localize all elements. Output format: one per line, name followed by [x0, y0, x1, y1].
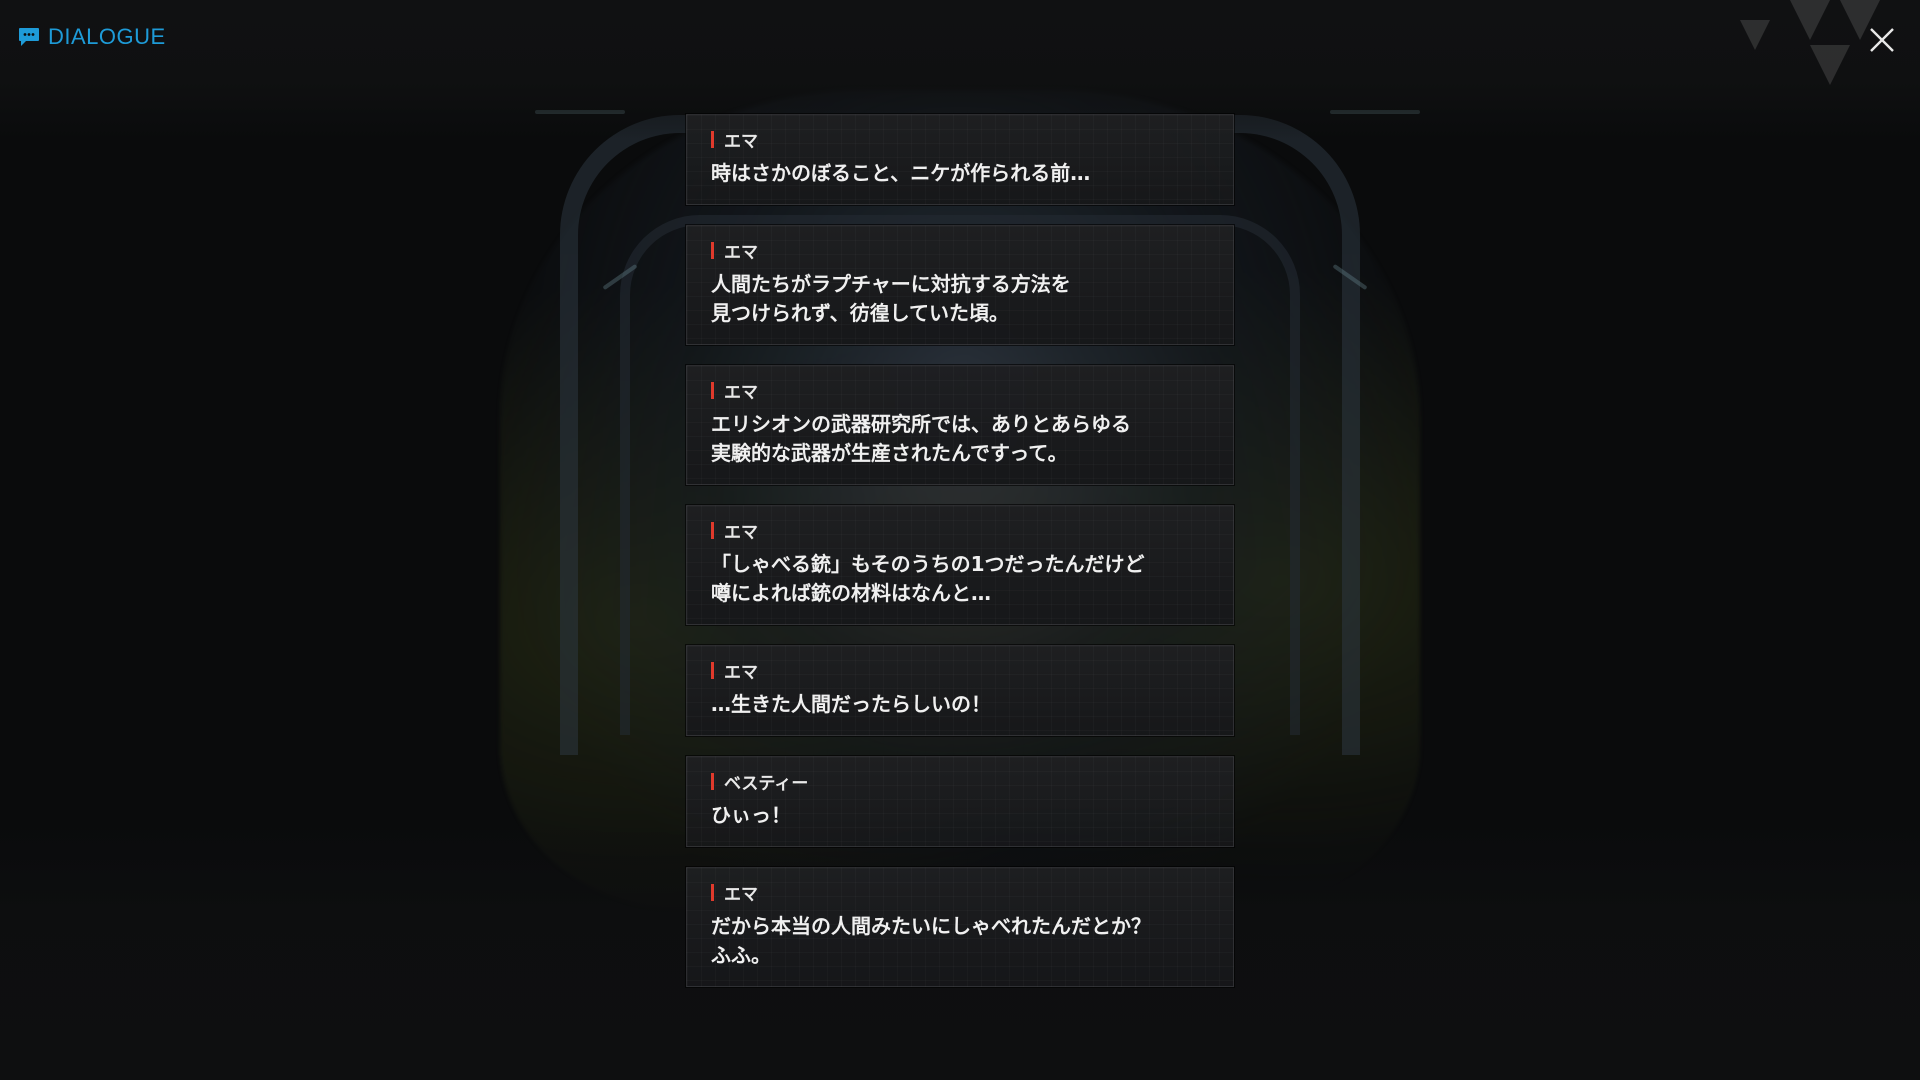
dialogue-text: 人間たちがラプチャーに対抗する方法を 見つけられず、彷徨していた頃。	[711, 272, 1071, 325]
dialogue-text: 「しゃべる銃」もそのうちの1つだったんだけど 噂によれば銃の材料はなんと…	[711, 552, 1145, 605]
dialogue-entry: エマ だから本当の人間みたいにしゃべれたんだとか？ ふふ。	[686, 867, 1234, 987]
dialogue-text: だから本当の人間みたいにしゃべれたんだとか？ ふふ。	[711, 914, 1151, 967]
speaker-name: エマ	[724, 662, 758, 683]
speaker-name: エマ	[724, 131, 758, 152]
speaker-name: ベスティー	[724, 773, 809, 794]
chat-bubble-icon	[19, 28, 39, 46]
dialogue-entry: エマ 「しゃべる銃」もそのうちの1つだったんだけど 噂によれば銃の材料はなんと…	[686, 505, 1234, 625]
dialogue-text: 時はさかのぼること、ニケが作られる前…	[711, 161, 1091, 185]
speaker-marker	[711, 661, 714, 679]
dialogue-entry: エマ 人間たちがラプチャーに対抗する方法を 見つけられず、彷徨していた頃。	[686, 225, 1234, 345]
dialogue-header: DIALOGUE	[18, 24, 166, 50]
speaker-marker	[711, 883, 714, 901]
dialogue-entry: エマ …生きた人間だったらしいの！	[686, 645, 1234, 736]
dialogue-entry: エマ エリシオンの武器研究所では、ありとあらゆる 実験的な武器が生産されたんです…	[686, 365, 1234, 485]
dialogue-entry: ベスティー ひぃっ！	[686, 756, 1234, 847]
speaker-name: エマ	[724, 242, 758, 263]
speaker-marker	[711, 521, 714, 539]
dialogue-list[interactable]: エマ 時はさかのぼること、ニケが作られる前… エマ 人間たちがラプチャーに対抗す…	[686, 114, 1234, 1007]
speaker-marker	[711, 381, 714, 399]
page-title: DIALOGUE	[48, 24, 166, 49]
speaker-marker	[711, 241, 714, 259]
speaker-row: エマ	[711, 380, 1209, 403]
speaker-name: エマ	[724, 382, 758, 403]
dialogue-entry: エマ 時はさかのぼること、ニケが作られる前…	[686, 114, 1234, 205]
dialogue-text: エリシオンの武器研究所では、ありとあらゆる 実験的な武器が生産されたんですって。	[711, 412, 1131, 465]
dialogue-text: ひぃっ！	[711, 803, 791, 827]
speaker-row: エマ	[711, 129, 1209, 152]
speaker-row: エマ	[711, 660, 1209, 683]
speaker-marker	[711, 772, 714, 790]
speaker-marker	[711, 130, 714, 148]
speaker-name: エマ	[724, 884, 758, 905]
corner-decoration	[1740, 0, 1880, 85]
speaker-name: エマ	[724, 522, 758, 543]
close-icon	[1870, 28, 1894, 52]
dialogue-text: …生きた人間だったらしいの！	[711, 692, 991, 716]
speaker-row: ベスティー	[711, 771, 1209, 794]
speaker-row: エマ	[711, 882, 1209, 905]
speaker-row: エマ	[711, 240, 1209, 263]
close-button[interactable]	[1864, 22, 1900, 58]
dialogue-log-screen: DIALOGUE エマ 時はさかのぼること、ニケが作られる前… エマ 人間たちが…	[0, 0, 1920, 1080]
speaker-row: エマ	[711, 520, 1209, 543]
